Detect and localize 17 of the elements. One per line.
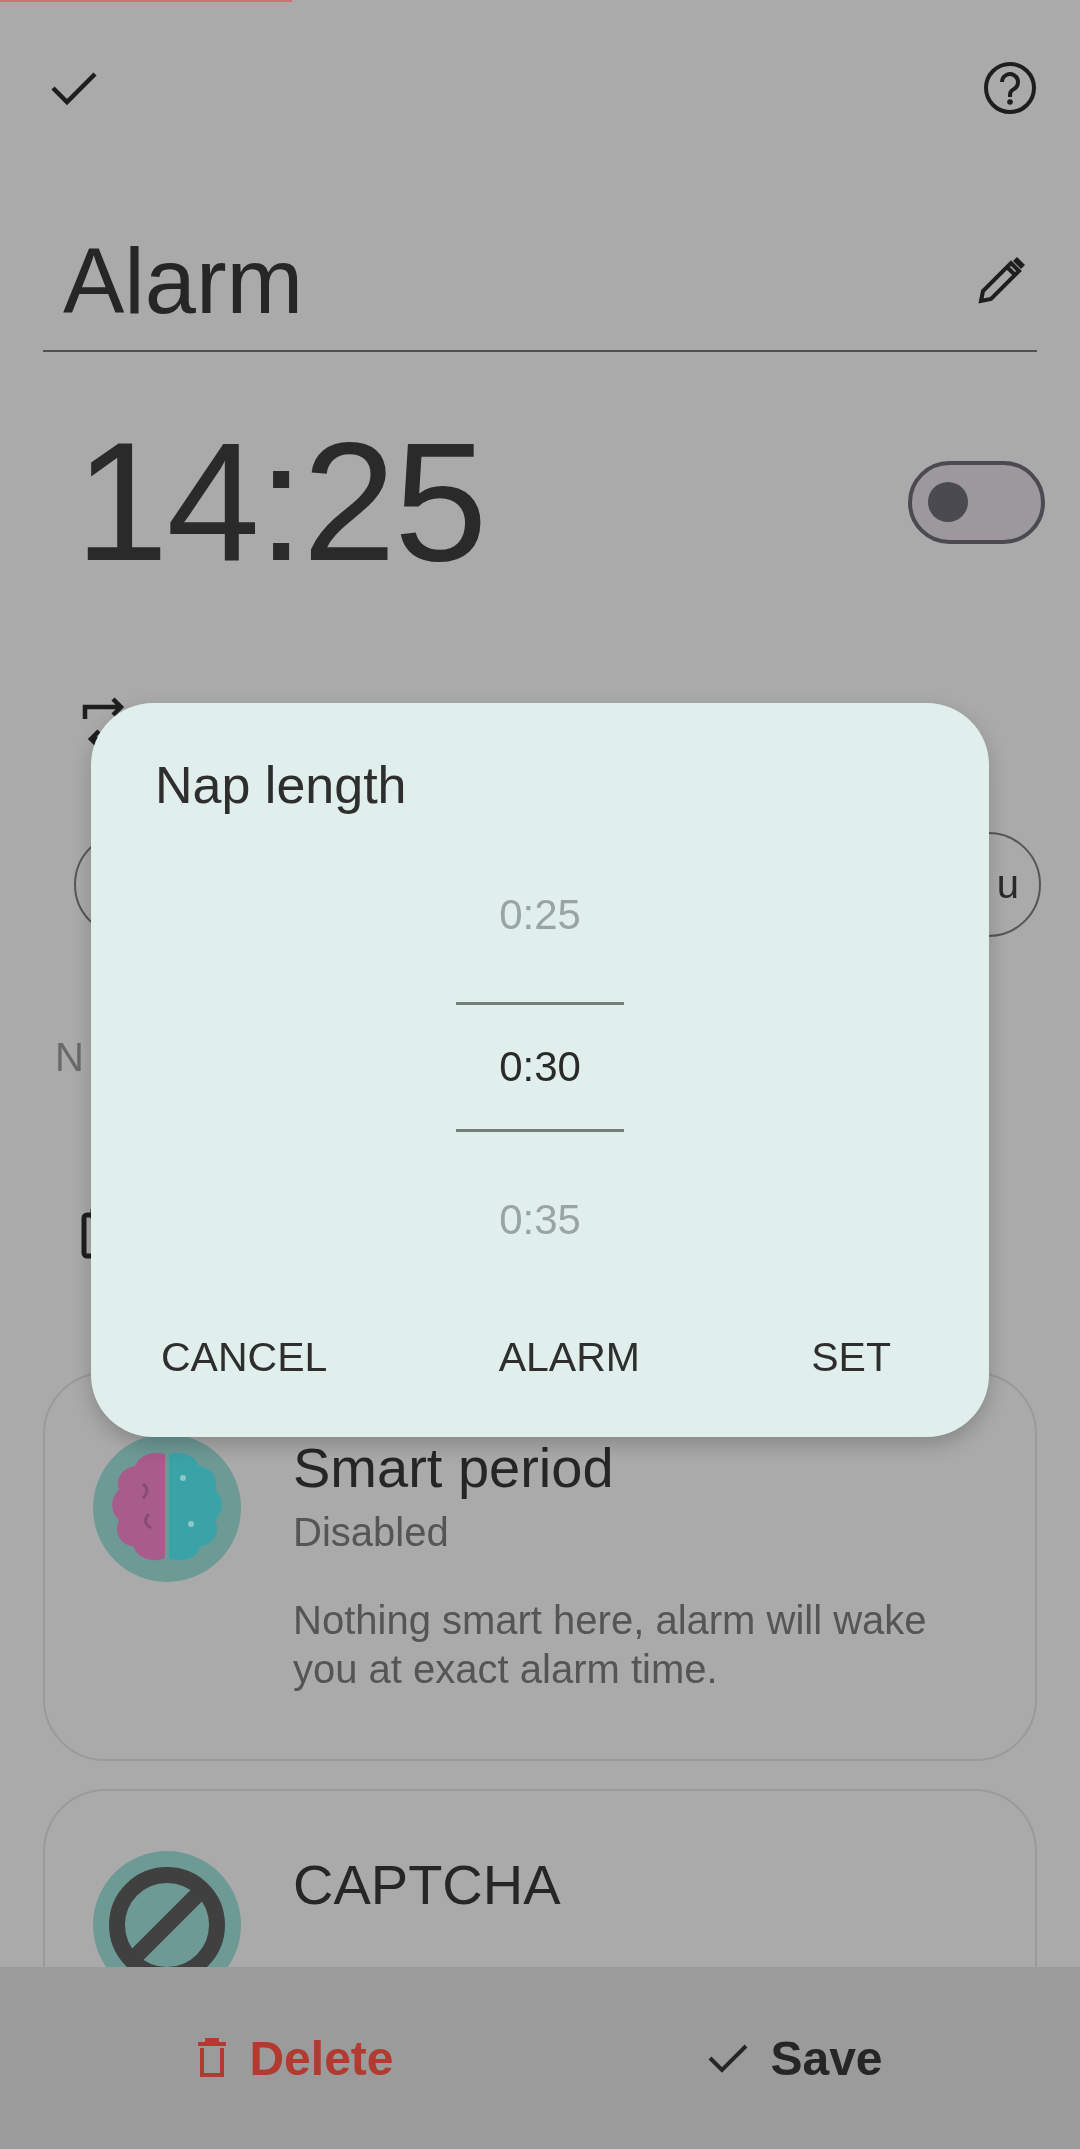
check-icon[interactable]	[50, 69, 98, 106]
section-label: N	[54, 1037, 84, 1077]
card-title: Smart period	[293, 1436, 615, 1500]
card-status: Disabled	[293, 1509, 450, 1556]
check-icon	[708, 2042, 749, 2074]
card-description: Nothing smart here, alarm will wake you at exact alarm time.	[293, 1597, 928, 1693]
alarm-name: Alarm	[63, 235, 304, 327]
name-field[interactable]: Alarm	[43, 230, 1037, 352]
trash-icon	[197, 2038, 228, 2078]
alarm-time[interactable]: 14:25	[75, 418, 486, 586]
help-icon[interactable]	[983, 60, 1037, 115]
save-button[interactable]: Save	[698, 2020, 893, 2096]
brain-icon	[93, 1434, 241, 1582]
pencil-icon	[977, 257, 1025, 305]
card-title: CAPTCHA	[293, 1853, 561, 1917]
dialog-title: Nap length	[155, 755, 407, 816]
picker-value[interactable]: 0:30	[456, 1002, 624, 1132]
